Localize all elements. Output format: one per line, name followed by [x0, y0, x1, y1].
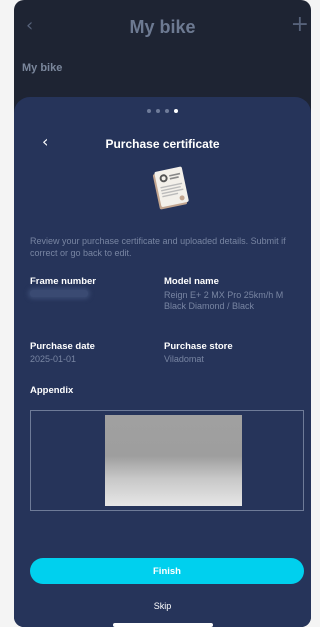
frame-number-value-redacted	[30, 290, 88, 297]
appendix-preview[interactable]	[30, 410, 304, 511]
pagination-dot	[156, 109, 160, 113]
certificate-document-icon	[152, 166, 189, 210]
frame-number-label: Frame number	[30, 276, 96, 287]
app-header: ‹ My bike +	[14, 0, 311, 56]
purchase-date-label: Purchase date	[30, 341, 95, 352]
purchase-date-value: 2025-01-01	[30, 354, 77, 364]
skip-button[interactable]: Skip	[14, 601, 311, 611]
home-indicator	[113, 623, 213, 627]
purchase-certificate-sheet: ‹ Purchase certificate Review your purch…	[14, 97, 311, 627]
page-title: My bike	[129, 17, 196, 37]
pagination-dot	[147, 109, 151, 113]
sheet-title: Purchase certificate	[105, 137, 220, 151]
appendix-label: Appendix	[30, 385, 74, 396]
appendix-image-redacted	[105, 415, 242, 506]
purchase-store-value: Viladomat	[164, 354, 204, 364]
model-name-label: Model name	[164, 276, 219, 287]
finish-button[interactable]: Finish	[30, 558, 304, 584]
add-icon[interactable]: +	[291, 14, 309, 36]
model-name-value: Reign E+ 2 MX Pro 25km/h M Black Diamond…	[164, 290, 284, 311]
section-title: My bike	[22, 62, 63, 74]
pagination-dot-active	[174, 109, 178, 113]
app-screen: ‹ My bike + My bike ‹ Purchase certifica…	[14, 0, 311, 627]
instruction-text: Review your purchase certificate and upl…	[30, 236, 286, 258]
pagination-dots	[14, 109, 311, 113]
purchase-store-label: Purchase store	[164, 341, 233, 352]
pagination-dot	[165, 109, 169, 113]
